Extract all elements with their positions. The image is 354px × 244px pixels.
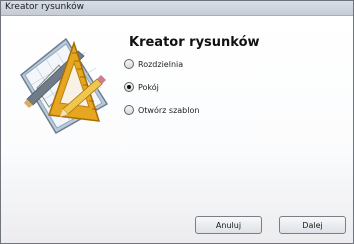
cancel-button[interactable]: Anuluj bbox=[195, 216, 262, 234]
drafting-tools-icon bbox=[20, 37, 109, 134]
title-bar[interactable]: Kreator rysunków bbox=[1, 1, 353, 16]
wizard-heading: Kreator rysunków bbox=[129, 35, 260, 50]
option-label[interactable]: Otwórz szablon bbox=[138, 106, 199, 115]
option-pokoj[interactable]: Pokój bbox=[124, 81, 159, 93]
window-title: Kreator rysunków bbox=[5, 2, 84, 12]
radio-button[interactable] bbox=[124, 59, 134, 69]
option-label[interactable]: Rozdzielnia bbox=[138, 60, 183, 69]
radio-button[interactable] bbox=[124, 105, 134, 115]
wizard-content: Kreator rysunków Rozdzielnia Pokój Otwór… bbox=[1, 16, 353, 243]
option-otworz-szablon[interactable]: Otwórz szablon bbox=[124, 104, 199, 116]
option-rozdzielnia[interactable]: Rozdzielnia bbox=[124, 58, 183, 70]
option-label[interactable]: Pokój bbox=[138, 83, 159, 92]
next-button[interactable]: Dalej bbox=[279, 216, 346, 234]
wizard-window: Kreator rysunków Kreator rysunków Rozdzi… bbox=[0, 0, 354, 244]
radio-button-selected[interactable] bbox=[124, 82, 134, 92]
